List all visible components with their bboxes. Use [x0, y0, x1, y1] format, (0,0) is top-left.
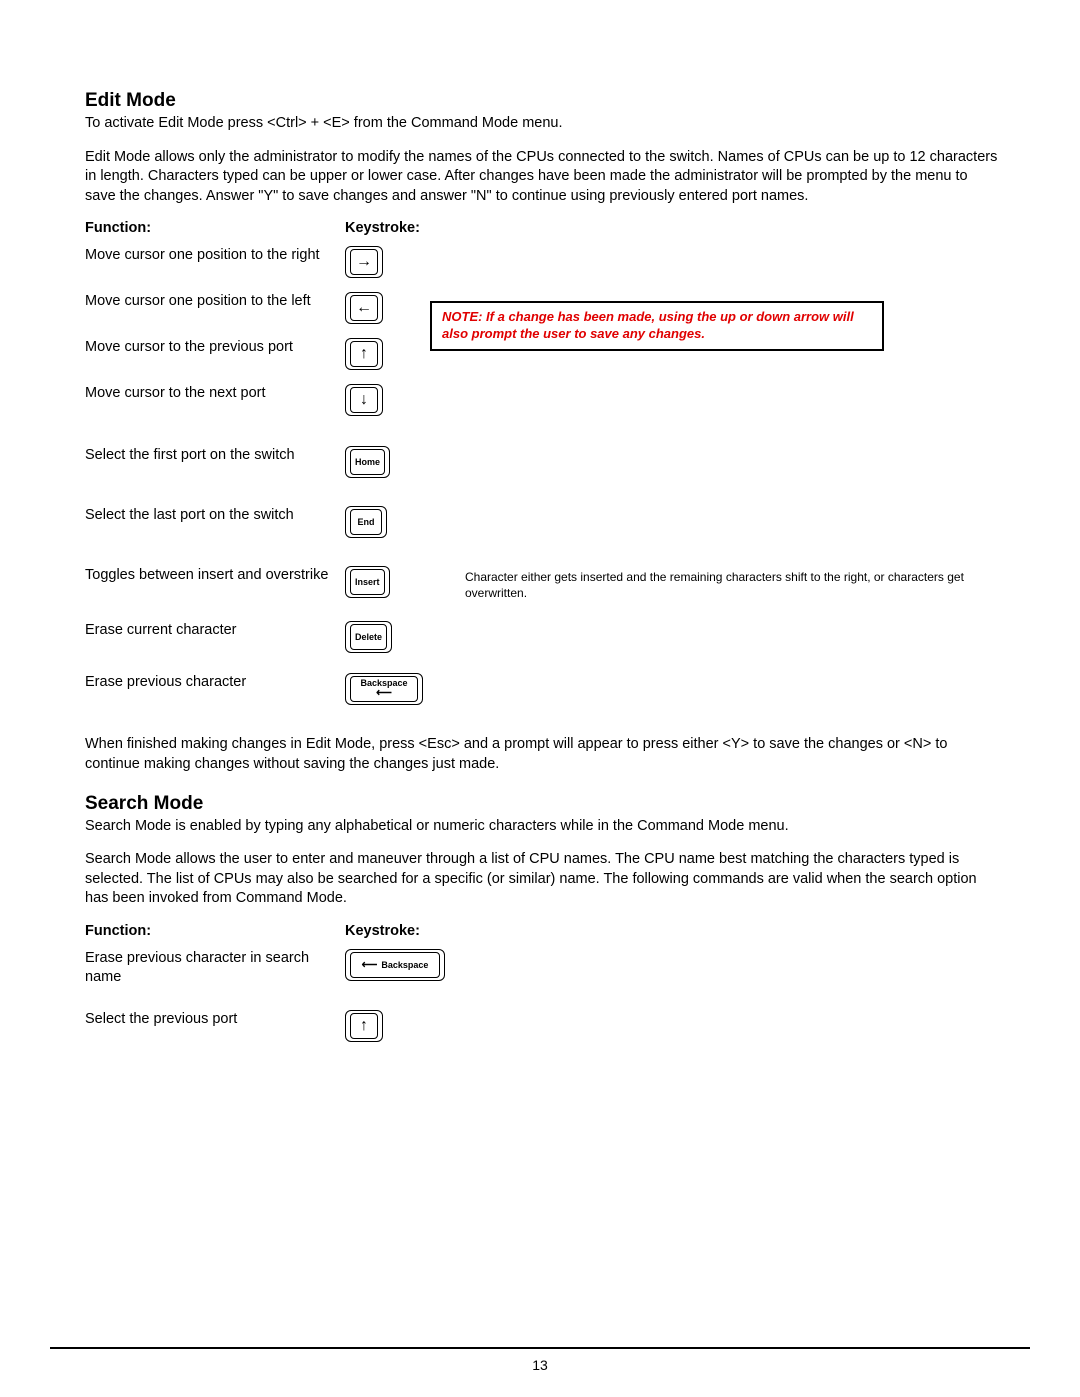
function-text: Move cursor to the next port [85, 384, 345, 404]
keycap-home: Home [345, 446, 390, 478]
keystroke-cell: ⟵Backspace [345, 949, 465, 981]
keystroke-cell: ↑ [345, 1010, 465, 1042]
keystroke-cell: Delete [345, 621, 465, 653]
column-header-function: Function: [85, 220, 345, 236]
paragraph: Search Mode is enabled by typing any alp… [85, 817, 1000, 837]
function-text: Toggles between insert and overstrike [85, 566, 345, 586]
table-row: Select the last port on the switchEnd [85, 506, 1000, 538]
keystroke-cell: ↓ [345, 384, 465, 416]
keystroke-cell: Backspace⟵ [345, 673, 465, 705]
footer-rule [50, 1347, 1030, 1349]
column-header-keystroke: Keystroke: [345, 220, 545, 236]
function-text: Move cursor one position to the right [85, 246, 345, 266]
column-header-function: Function: [85, 923, 345, 939]
paragraph: When finished making changes in Edit Mod… [85, 735, 1000, 774]
keycap-↑: ↑ [345, 338, 383, 370]
arrow-icon: ↓ [360, 391, 368, 409]
keycap-delete: Delete [345, 621, 392, 653]
function-text: Erase current character [85, 621, 345, 641]
paragraph: Search Mode allows the user to enter and… [85, 850, 1000, 909]
function-text: Erase previous character [85, 673, 345, 693]
keycap-backspace: Backspace⟵ [345, 673, 423, 705]
table-row: Move cursor one position to the right → [85, 246, 1000, 278]
arrow-icon: ↑ [360, 1017, 368, 1035]
arrow-icon: ← [356, 299, 372, 317]
backspace-label: Backspace [381, 960, 428, 970]
keycap-←: ← [345, 292, 383, 324]
paragraph: To activate Edit Mode press <Ctrl> + <E>… [85, 114, 1000, 134]
heading-search-mode: Search Mode [85, 793, 1000, 815]
keystroke-cell: End [345, 506, 465, 538]
table-row: Move cursor to the next port ↓ [85, 384, 1000, 416]
column-header-keystroke: Keystroke: [345, 923, 545, 939]
keycap-↑: ↑ [345, 1010, 383, 1042]
page-number: 13 [0, 1357, 1080, 1373]
keystroke-cell: Home [345, 446, 465, 478]
keycap-insert: Insert [345, 566, 390, 598]
table-row: Select the previous port ↑ [85, 1010, 1000, 1042]
paragraph: Edit Mode allows only the administrator … [85, 148, 1000, 207]
function-text: Erase previous character in search name [85, 949, 345, 988]
keystroke-cell: Insert [345, 566, 465, 598]
table-row: Select the first port on the switchHome [85, 446, 1000, 478]
keycap-→: → [345, 246, 383, 278]
backspace-label: Backspace⟵ [360, 679, 407, 699]
heading-edit-mode: Edit Mode [85, 90, 1000, 112]
function-text: Move cursor one position to the left [85, 292, 345, 312]
table-row: Erase previous character in search name⟵… [85, 949, 1000, 988]
keycap-end: End [345, 506, 387, 538]
function-text: Select the previous port [85, 1010, 345, 1030]
arrow-icon: ↑ [360, 345, 368, 363]
function-text: Move cursor to the previous port [85, 338, 345, 358]
arrow-icon: → [356, 253, 372, 271]
note-box: NOTE: If a change has been made, using t… [430, 301, 884, 351]
keycap-↓: ↓ [345, 384, 383, 416]
keystroke-cell: → [345, 246, 465, 278]
table-row: Toggles between insert and overstrikeIns… [85, 566, 1000, 601]
arrow-left-icon: ⟵ [376, 688, 392, 699]
arrow-left-icon: ⟵ [362, 958, 378, 971]
function-text: Select the last port on the switch [85, 506, 345, 526]
function-text: Select the first port on the switch [85, 446, 345, 466]
table-row: Erase current characterDelete [85, 621, 1000, 653]
table-row: Erase previous character Backspace⟵ [85, 673, 1000, 705]
row-note: Character either gets inserted and the r… [465, 566, 1000, 601]
keycap-backspace: ⟵Backspace [345, 949, 445, 981]
